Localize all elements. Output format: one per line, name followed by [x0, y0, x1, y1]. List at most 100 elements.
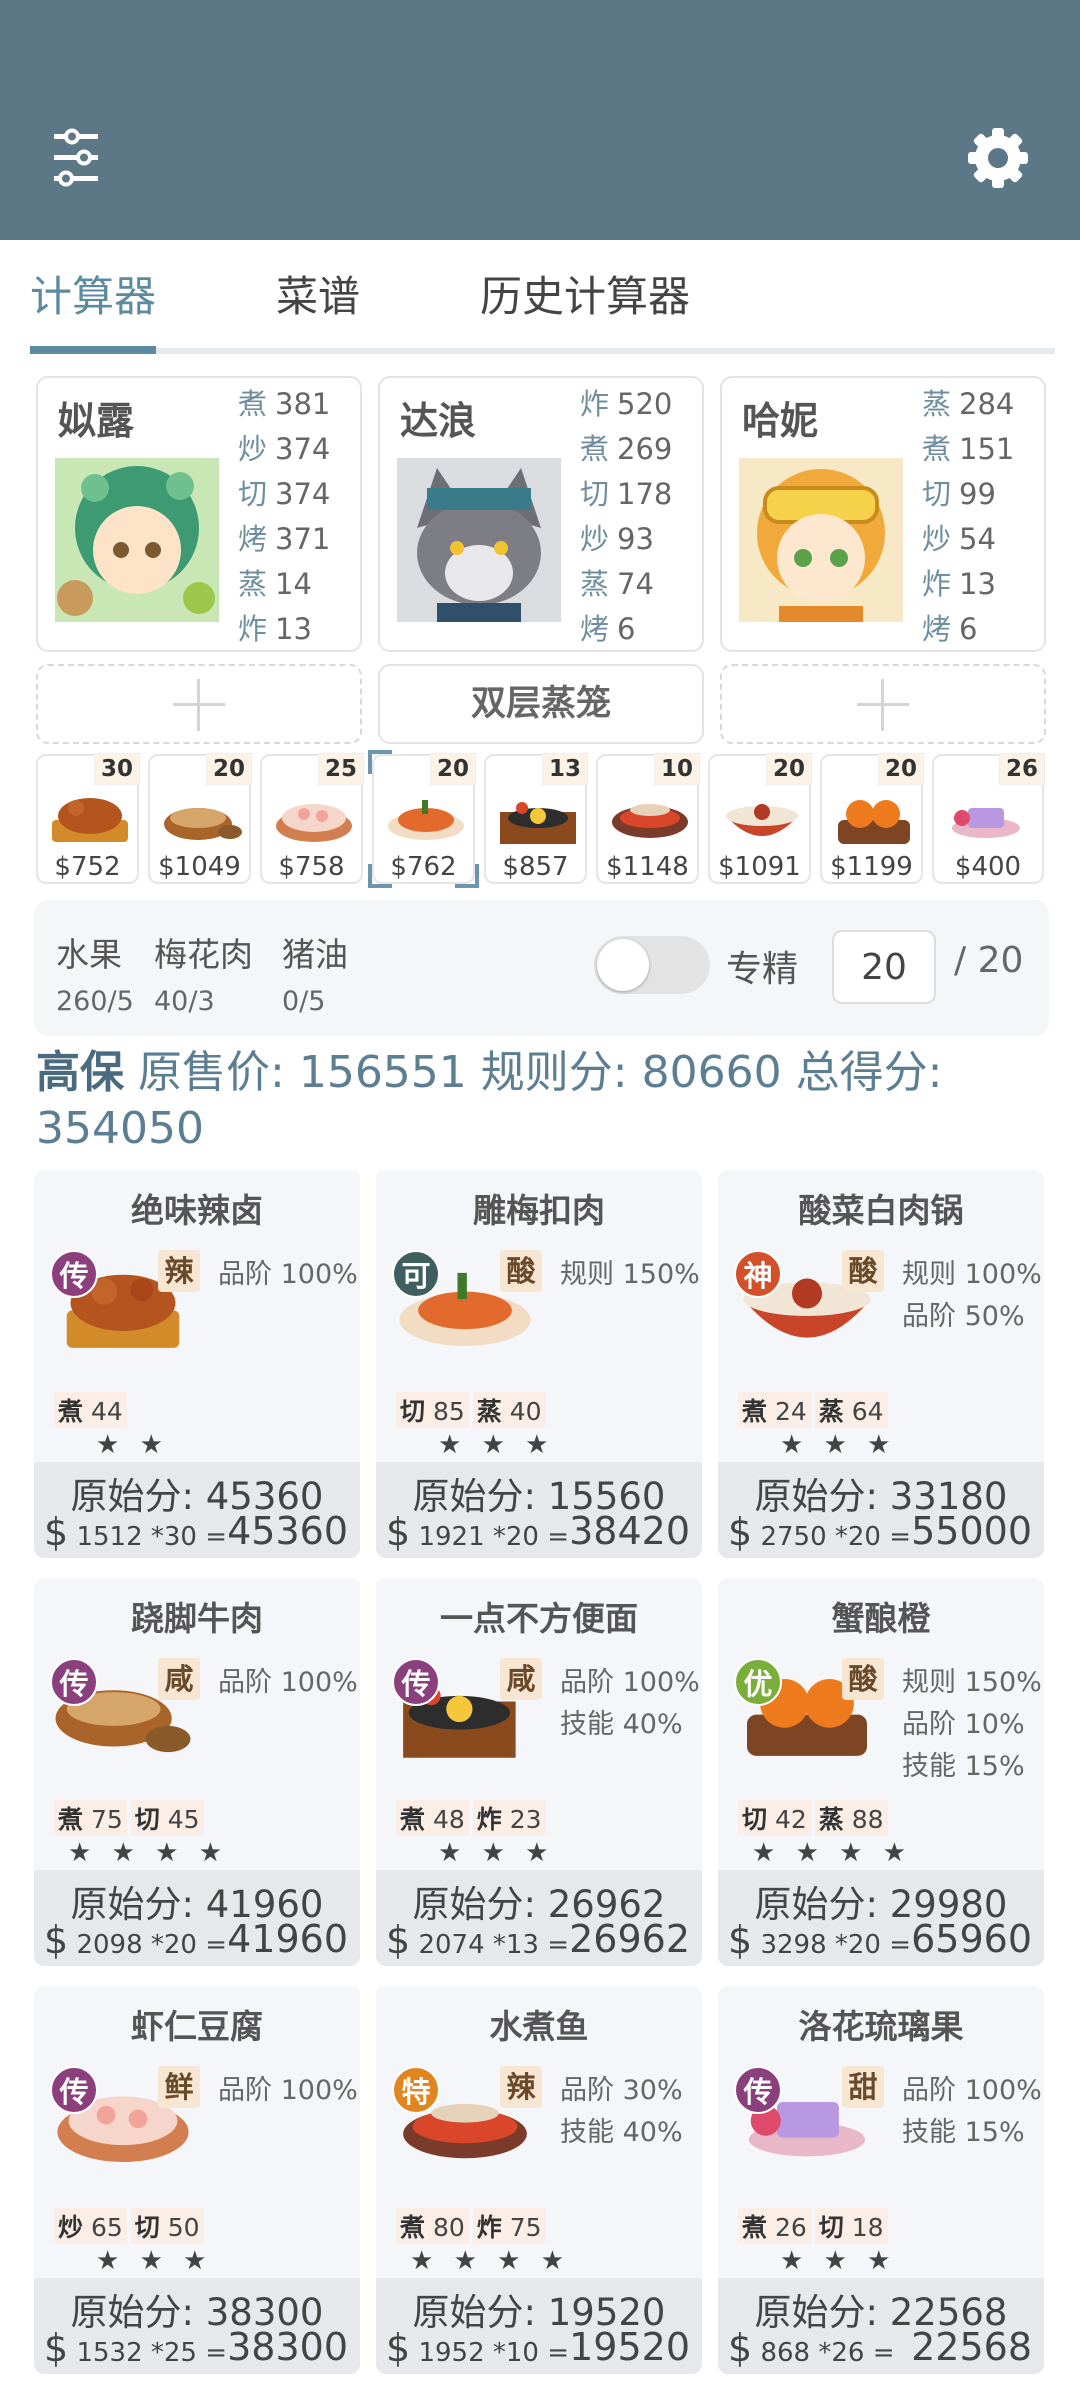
stat-row: 煮 151: [922, 432, 1015, 466]
flavor-badge: 鲜: [158, 2066, 200, 2108]
chef-card-2[interactable]: 达浪 炸 520 煮 269 切 178 炒 93 蒸 74 烤6: [378, 376, 704, 652]
stat-row: 煮 381: [238, 387, 331, 421]
recipe-card[interactable]: 绝味辣卤传 辣品阶 100% 煮 44 ★ ★ 原始分: 45360 $ 1512 *30…: [34, 1170, 360, 1558]
ingredient-item: 梅花肉 40/3: [154, 928, 253, 1017]
recipe-title: 雕梅扣肉: [473, 1191, 605, 1230]
tab-history-calculator[interactable]: 历史计算器: [480, 262, 690, 332]
specialize-toggle[interactable]: [594, 936, 710, 994]
skill-requirement: 炸 23: [472, 1800, 546, 1836]
recipe-card[interactable]: 雕梅扣肉可 酸规则 150% 切 85 蒸 40 ★ ★ ★ 原始分: 15560 $ 19…: [376, 1170, 702, 1558]
dish-chip[interactable]: 10 $1148: [596, 753, 700, 884]
recipe-card[interactable]: 水煮鱼特 辣品阶 30% 技能 40% 煮 80 炸 75 ★ ★ ★ ★ 原始分: 195…: [376, 1986, 702, 2374]
star-rating: ★ ★ ★: [438, 1430, 555, 1460]
chef-portrait: [739, 458, 903, 622]
price-calc: $ 1952 *10 =: [386, 2326, 570, 2370]
recipe-tags: 品阶 30% 技能 40%: [560, 2070, 683, 2154]
price-calc: $ 1921 *20 =: [386, 1510, 570, 1554]
recipe-card[interactable]: 酸菜白肉锅神 酸规则 100% 品阶 50% 煮 24 蒸 64 ★ ★ ★ 原始分: 33…: [718, 1170, 1044, 1558]
recipe-card[interactable]: 虾仁豆腐传 鲜品阶 100% 炒 65 切 50 ★ ★ ★ 原始分: 38300 $ 15…: [34, 1986, 360, 2374]
filter-menu-button[interactable]: [50, 128, 118, 188]
add-equipment-slot-1[interactable]: [36, 664, 362, 744]
rarity-badge: 优: [734, 1658, 782, 1706]
flavor-badge: 辣: [500, 2066, 542, 2108]
equipment-slot-2[interactable]: 双层蒸笼: [378, 664, 704, 744]
star-rating: ★ ★ ★: [438, 1838, 555, 1868]
skill-requirement: 煮 44: [54, 1392, 127, 1428]
score-box: 原始分: 26962 $ 2074 *13 = 26962: [376, 1870, 702, 1966]
recipe-card[interactable]: 洛花琉璃果传甜品阶 100% 技能 15% 煮 26 切 18 ★ ★ ★ 原始分: 22…: [718, 1986, 1044, 2374]
skill-requirement: 切 18: [814, 2208, 888, 2244]
recipe-tag: 技能 15%: [902, 1751, 1025, 1782]
stat-row: 切 374: [238, 477, 331, 511]
gear-icon: [968, 128, 1028, 188]
recipe-total: 41960: [227, 1917, 348, 1961]
recipe-tag: 品阶 100%: [218, 2075, 358, 2106]
specialize-label: 专精: [726, 949, 799, 990]
price-calc: $ 2750 *20 =: [728, 1510, 912, 1554]
recipe-card[interactable]: 蟹酿橙优 酸规则 150% 品阶 10% 技能 15% 切 42 蒸 88 ★ ★ ★ ★ 原…: [718, 1578, 1044, 1966]
dish-chip[interactable]: 20 $1091: [708, 753, 812, 884]
rarity-badge: 神: [734, 1250, 782, 1298]
score-box: 原始分: 29980 $ 3298 *20 = 65960: [718, 1870, 1044, 1966]
star-rating: ★ ★ ★ ★: [68, 1838, 229, 1868]
stat-row: 蒸 284: [922, 387, 1015, 421]
price-calc: $ 1512 *30 =: [44, 1510, 228, 1554]
star-rating: ★ ★ ★: [780, 1430, 897, 1460]
chef-stats: 煮 381 炒 374 切 374 烤 371 蒸 14 炸 13: [238, 382, 358, 652]
chef-card-3[interactable]: 哈妮 蒸 284 煮 151 切 99 炒 54 炸 13 烤6: [720, 376, 1046, 652]
dish-quantity: 20: [765, 753, 812, 785]
recipe-title: 洛花琉璃果: [798, 2007, 964, 2046]
quantity-max: / 20: [954, 940, 1024, 981]
dish-chip[interactable]: 30 $752: [36, 753, 140, 884]
stat-row: 蒸 14: [238, 567, 312, 601]
price-calc: $ 3298 *20 =: [728, 1918, 912, 1962]
chef-card-1[interactable]: 姒露 煮 381 炒 374 切 374 烤 371 蒸 14 炸 13: [36, 376, 362, 652]
settings-button[interactable]: [965, 125, 1031, 191]
price-calc: $ 2074 *13 =: [386, 1918, 570, 1962]
dish-chip[interactable]: 13 $857: [484, 753, 588, 884]
recipe-tag: 技能 15%: [902, 2117, 1025, 2148]
flavor-badge: 辣: [158, 1250, 200, 1292]
skill-requirement: 切 85: [396, 1392, 469, 1428]
rarity-badge: 特: [392, 2066, 440, 2114]
total-score-value: 354050: [36, 1103, 204, 1154]
tab-recipes[interactable]: 菜谱: [276, 262, 360, 332]
dish-chip[interactable]: 20 $1049: [148, 753, 252, 884]
plus-icon: [857, 679, 909, 731]
rarity-badge: 可: [392, 1250, 440, 1298]
recipe-tags: 品阶 100%: [218, 1254, 358, 1296]
dish-chip[interactable]: 20 $1199: [820, 753, 924, 884]
selection-bracket: [455, 864, 479, 888]
skill-requirement: 煮 48: [396, 1800, 469, 1836]
selection-bracket: [368, 750, 392, 774]
dish-chip[interactable]: 26 $400: [932, 753, 1045, 884]
star-rating: ★ ★ ★: [780, 2246, 897, 2276]
add-equipment-slot-3[interactable]: [720, 664, 1046, 744]
dish-chip-selected[interactable]: 20 $762: [368, 750, 479, 888]
recipe-card[interactable]: 一点不方便面传 咸品阶 100% 技能 40% 煮 48 炸 23 ★ ★ ★ 原始分: 2…: [376, 1578, 702, 1966]
price-calc: $ 2098 *20 =: [44, 1918, 228, 1962]
tab-calculator[interactable]: 计算器: [30, 262, 156, 332]
price-calc: $ 868 *26 =: [728, 2326, 895, 2370]
quantity-input[interactable]: [832, 930, 936, 1004]
multiplier: *13 =: [492, 1930, 570, 1960]
dish-quantity: 25: [317, 753, 364, 785]
recipe-title: 蟹酿橙: [831, 1599, 931, 1638]
dish-chip[interactable]: 25 $758: [260, 753, 364, 884]
flavor-badge: 酸: [842, 1658, 884, 1700]
recipe-tags: 规则 100% 品阶 50%: [902, 1254, 1042, 1338]
recipe-tag: 品阶 30%: [560, 2075, 683, 2106]
rarity-badge: 传: [50, 1250, 98, 1298]
dish-image: [276, 804, 352, 842]
ingredient-name: 猪油: [282, 935, 348, 974]
unit-price: 2098: [76, 1930, 143, 1960]
stat-row: 炒 54: [922, 522, 996, 556]
unit-price: 868: [760, 2338, 811, 2368]
recipe-title: 水煮鱼: [489, 2007, 589, 2046]
flavor-badge: 甜: [842, 2066, 884, 2108]
ingredient-count: 260/5: [56, 986, 134, 1017]
recipe-total: 19520: [569, 2325, 690, 2369]
ingredient-name: 梅花肉: [154, 935, 253, 974]
stat-row: 炒 93: [580, 522, 654, 556]
recipe-card[interactable]: 跷脚牛肉传 咸品阶 100% 煮 75 切 45 ★ ★ ★ ★ 原始分: 41960 $ …: [34, 1578, 360, 1966]
